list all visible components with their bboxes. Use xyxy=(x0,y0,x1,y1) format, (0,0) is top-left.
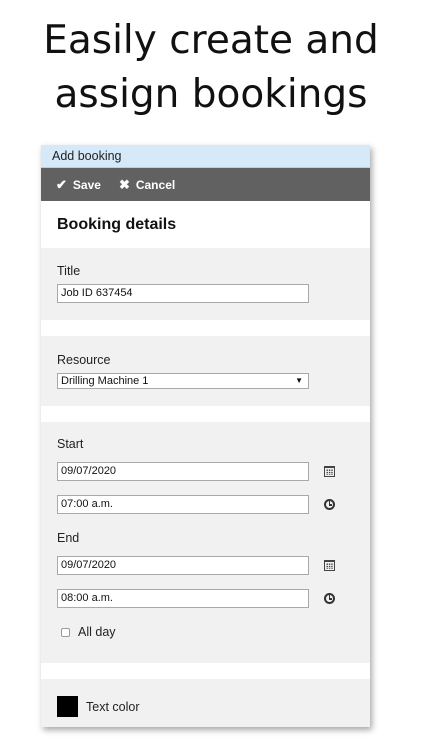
start-time-row: 07:00 a.m. xyxy=(57,495,370,514)
text-color-label: Text color xyxy=(86,699,140,714)
resource-selected-value: Drilling Machine 1 xyxy=(61,375,149,387)
clock-icon[interactable] xyxy=(323,499,335,511)
end-date-input[interactable]: 09/07/2020 xyxy=(57,556,309,575)
calendar-icon[interactable] xyxy=(323,466,335,478)
end-date-row: 09/07/2020 xyxy=(57,556,370,575)
save-button-label: Save xyxy=(72,177,101,192)
resource-panel: Resource Drilling Machine 1 ▼ xyxy=(41,336,370,406)
check-icon: ✔ xyxy=(56,177,67,192)
add-booking-dialog: Add booking ✔ Save ✖ Cancel Booking deta… xyxy=(41,145,370,727)
all-day-row: All day xyxy=(61,625,370,639)
end-time-input[interactable]: 08:00 a.m. xyxy=(57,589,309,608)
start-date-input[interactable]: 09/07/2020 xyxy=(57,462,309,481)
save-button[interactable]: ✔ Save xyxy=(56,178,101,192)
resource-label: Resource xyxy=(57,353,111,367)
cancel-button-label: Cancel xyxy=(135,177,176,192)
cancel-button[interactable]: ✖ Cancel xyxy=(119,178,175,192)
clock-icon[interactable] xyxy=(323,593,335,605)
headline-line-1: Easily create and xyxy=(43,18,379,63)
end-time-row: 08:00 a.m. xyxy=(57,589,370,608)
divider xyxy=(41,320,370,336)
title-label: Title xyxy=(57,264,81,278)
divider xyxy=(41,406,370,422)
dialog-title: Add booking xyxy=(41,145,370,168)
text-color-panel: Text color xyxy=(41,679,370,727)
end-label: End xyxy=(57,531,80,545)
caret-down-icon: ▼ xyxy=(295,376,303,385)
dialog-toolbar: ✔ Save ✖ Cancel xyxy=(41,168,370,201)
all-day-checkbox[interactable] xyxy=(61,627,70,637)
all-day-label: All day xyxy=(78,625,116,639)
start-time-input[interactable]: 07:00 a.m. xyxy=(57,495,309,514)
title-input[interactable]: Job ID 637454 xyxy=(57,284,309,303)
section-title: Booking details xyxy=(57,216,177,233)
schedule-panel: Start 09/07/2020 07:00 a.m. End 09/07/20… xyxy=(41,422,370,663)
headline-line-2: assign bookings xyxy=(54,72,368,117)
x-icon: ✖ xyxy=(118,177,130,192)
start-date-row: 09/07/2020 xyxy=(57,462,370,481)
title-panel: Title Job ID 637454 xyxy=(41,248,370,320)
text-color-row: Text color xyxy=(57,696,370,717)
resource-select[interactable]: Drilling Machine 1 ▼ xyxy=(57,373,309,389)
divider xyxy=(41,663,370,679)
start-label: Start xyxy=(57,437,84,451)
promo-headline: Easily create and assign bookings xyxy=(0,14,422,122)
calendar-icon[interactable] xyxy=(323,560,335,572)
text-color-swatch[interactable] xyxy=(57,696,78,717)
